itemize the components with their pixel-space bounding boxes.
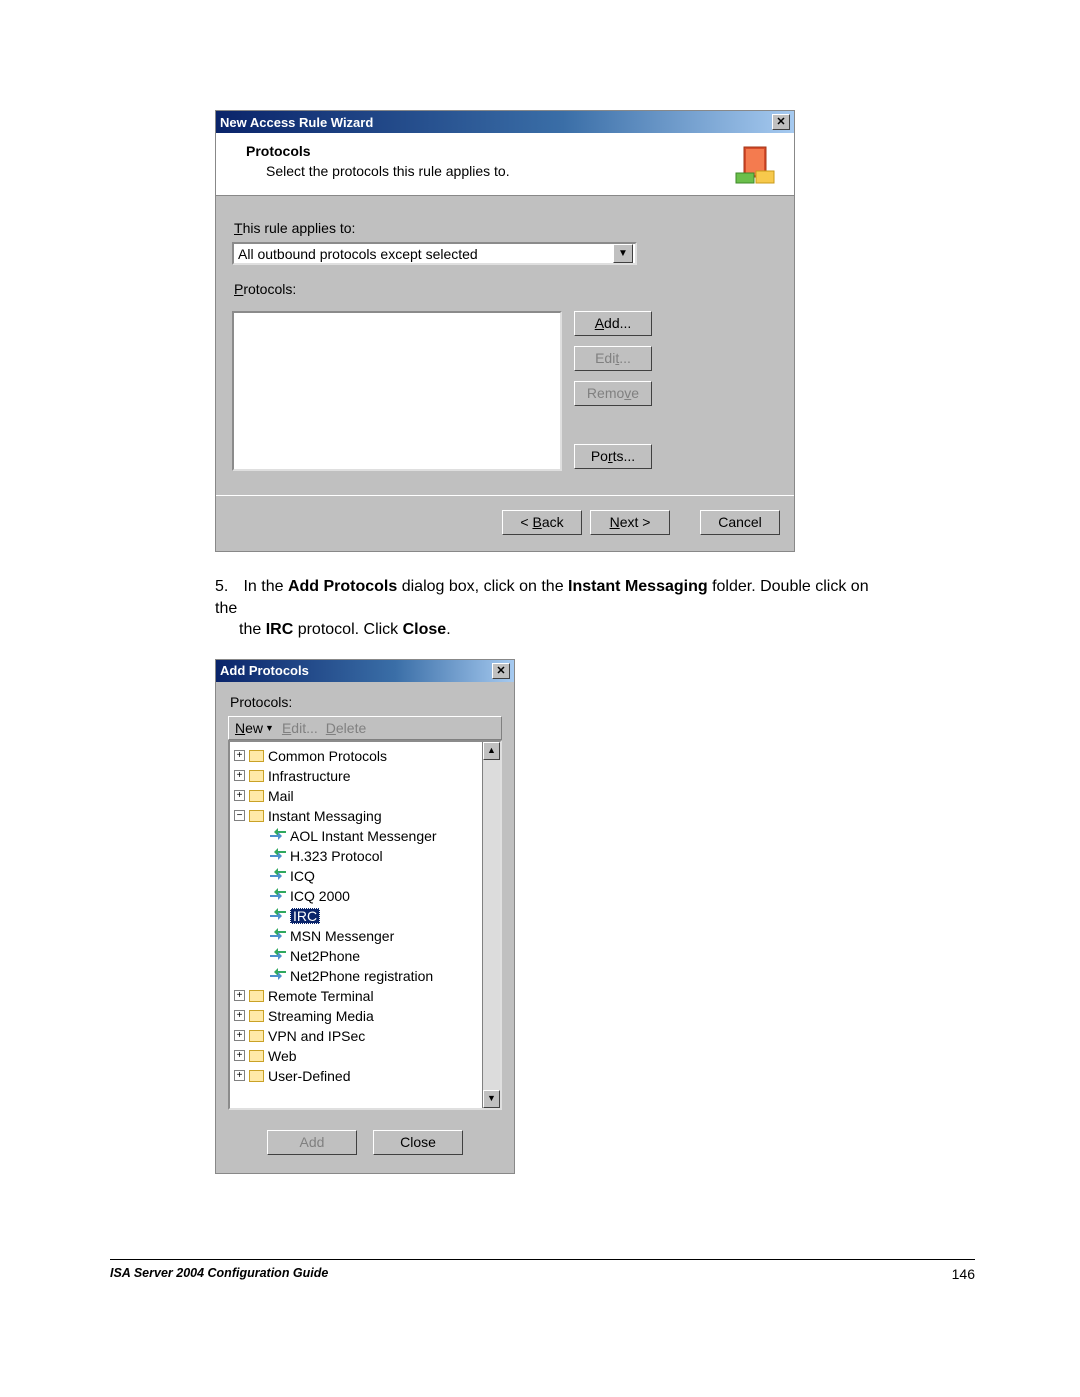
add-protocols-title: Add Protocols [220, 663, 309, 678]
protocols-listbox[interactable] [232, 311, 562, 471]
protocols-tree[interactable]: +Common Protocols +Infrastructure +Mail … [228, 740, 502, 1110]
tree-item-h323[interactable]: H.323 Protocol [234, 846, 480, 866]
add-protocols-titlebar[interactable]: Add Protocols ✕ [216, 660, 514, 682]
chevron-down-icon[interactable]: ▼ [613, 244, 633, 263]
add-button[interactable]: Add... [574, 311, 652, 336]
page-number: 146 [952, 1266, 975, 1282]
expand-icon[interactable]: + [234, 1010, 245, 1021]
protocol-icon [270, 969, 286, 983]
add-button: Add [267, 1130, 357, 1155]
delete-menu: Delete [326, 720, 366, 736]
tree-item-msn[interactable]: MSN Messenger [234, 926, 480, 946]
footer-title: ISA Server 2004 Configuration Guide [110, 1266, 328, 1282]
tree-folder-infrastructure[interactable]: +Infrastructure [234, 766, 480, 786]
protocols-label: Protocols: [230, 694, 502, 710]
close-icon[interactable]: ✕ [772, 114, 790, 130]
tree-folder-common[interactable]: +Common Protocols [234, 746, 480, 766]
expand-icon[interactable]: + [234, 770, 245, 781]
back-button[interactable]: < Back [502, 510, 582, 535]
folder-icon [249, 790, 264, 802]
tree-item-icq[interactable]: ICQ [234, 866, 480, 886]
wizard-title: New Access Rule Wizard [220, 115, 373, 130]
applies-dropdown[interactable]: All outbound protocols except selected ▼ [232, 242, 637, 265]
protocols-label: Protocols: [234, 281, 778, 297]
protocol-icon [270, 909, 286, 923]
protocol-icon [270, 849, 286, 863]
scroll-up-icon[interactable]: ▲ [483, 742, 500, 760]
tree-folder-remote[interactable]: +Remote Terminal [234, 986, 480, 1006]
wizard-header: Protocols Select the protocols this rule… [216, 133, 794, 196]
expand-icon[interactable]: + [234, 1030, 245, 1041]
expand-icon[interactable]: + [234, 790, 245, 801]
protocol-icon [270, 929, 286, 943]
next-button[interactable]: Next > [590, 510, 670, 535]
server-icon [734, 143, 776, 185]
applies-value: All outbound protocols except selected [238, 246, 613, 262]
cancel-button[interactable]: Cancel [700, 510, 780, 535]
folder-icon [249, 750, 264, 762]
expand-icon[interactable]: + [234, 1050, 245, 1061]
folder-icon [249, 1030, 264, 1042]
scrollbar[interactable]: ▲ ▼ [482, 742, 500, 1108]
protocol-icon [270, 869, 286, 883]
folder-icon [249, 1050, 264, 1062]
protocols-toolbar: New ▼ Edit... Delete [228, 716, 502, 740]
tree-item-irc[interactable]: IRC [234, 906, 480, 926]
tree-item-icq2000[interactable]: ICQ 2000 [234, 886, 480, 906]
folder-icon [249, 990, 264, 1002]
scroll-down-icon[interactable]: ▼ [483, 1090, 500, 1108]
wizard-header-title: Protocols [246, 143, 734, 159]
collapse-icon[interactable]: − [234, 810, 245, 821]
ports-button[interactable]: Ports... [574, 444, 652, 469]
folder-icon [249, 1010, 264, 1022]
edit-menu: Edit... [282, 720, 318, 736]
expand-icon[interactable]: + [234, 750, 245, 761]
chevron-down-icon[interactable]: ▼ [265, 723, 274, 733]
expand-icon[interactable]: + [234, 990, 245, 1001]
folder-icon [249, 810, 264, 822]
tree-folder-streaming[interactable]: +Streaming Media [234, 1006, 480, 1026]
folder-icon [249, 770, 264, 782]
tree-item-aol[interactable]: AOL Instant Messenger [234, 826, 480, 846]
close-icon[interactable]: ✕ [492, 663, 510, 679]
page-footer: ISA Server 2004 Configuration Guide 146 [110, 1259, 975, 1282]
folder-icon [249, 1070, 264, 1082]
close-button[interactable]: Close [373, 1130, 463, 1155]
tree-folder-web[interactable]: +Web [234, 1046, 480, 1066]
wizard-header-sub: Select the protocols this rule applies t… [246, 159, 734, 179]
add-protocols-dialog: Add Protocols ✕ Protocols: New ▼ Edit...… [215, 659, 515, 1174]
tree-folder-instant-messaging[interactable]: −Instant Messaging [234, 806, 480, 826]
new-menu[interactable]: New [235, 720, 263, 736]
tree-item-net2phone-reg[interactable]: Net2Phone registration [234, 966, 480, 986]
wizard-titlebar[interactable]: New Access Rule Wizard ✕ [216, 111, 794, 133]
wizard-dialog: New Access Rule Wizard ✕ Protocols Selec… [215, 110, 795, 552]
step-text: 5. In the Add Protocols dialog box, clic… [215, 576, 875, 641]
tree-folder-mail[interactable]: +Mail [234, 786, 480, 806]
tree-folder-vpn[interactable]: +VPN and IPSec [234, 1026, 480, 1046]
expand-icon[interactable]: + [234, 1070, 245, 1081]
protocol-icon [270, 889, 286, 903]
tree-folder-user-defined[interactable]: +User-Defined [234, 1066, 480, 1086]
remove-button: Remove [574, 381, 652, 406]
protocol-icon [270, 949, 286, 963]
applies-label: This rule applies to: [234, 220, 778, 236]
protocol-icon [270, 829, 286, 843]
tree-item-net2phone[interactable]: Net2Phone [234, 946, 480, 966]
edit-button: Edit... [574, 346, 652, 371]
